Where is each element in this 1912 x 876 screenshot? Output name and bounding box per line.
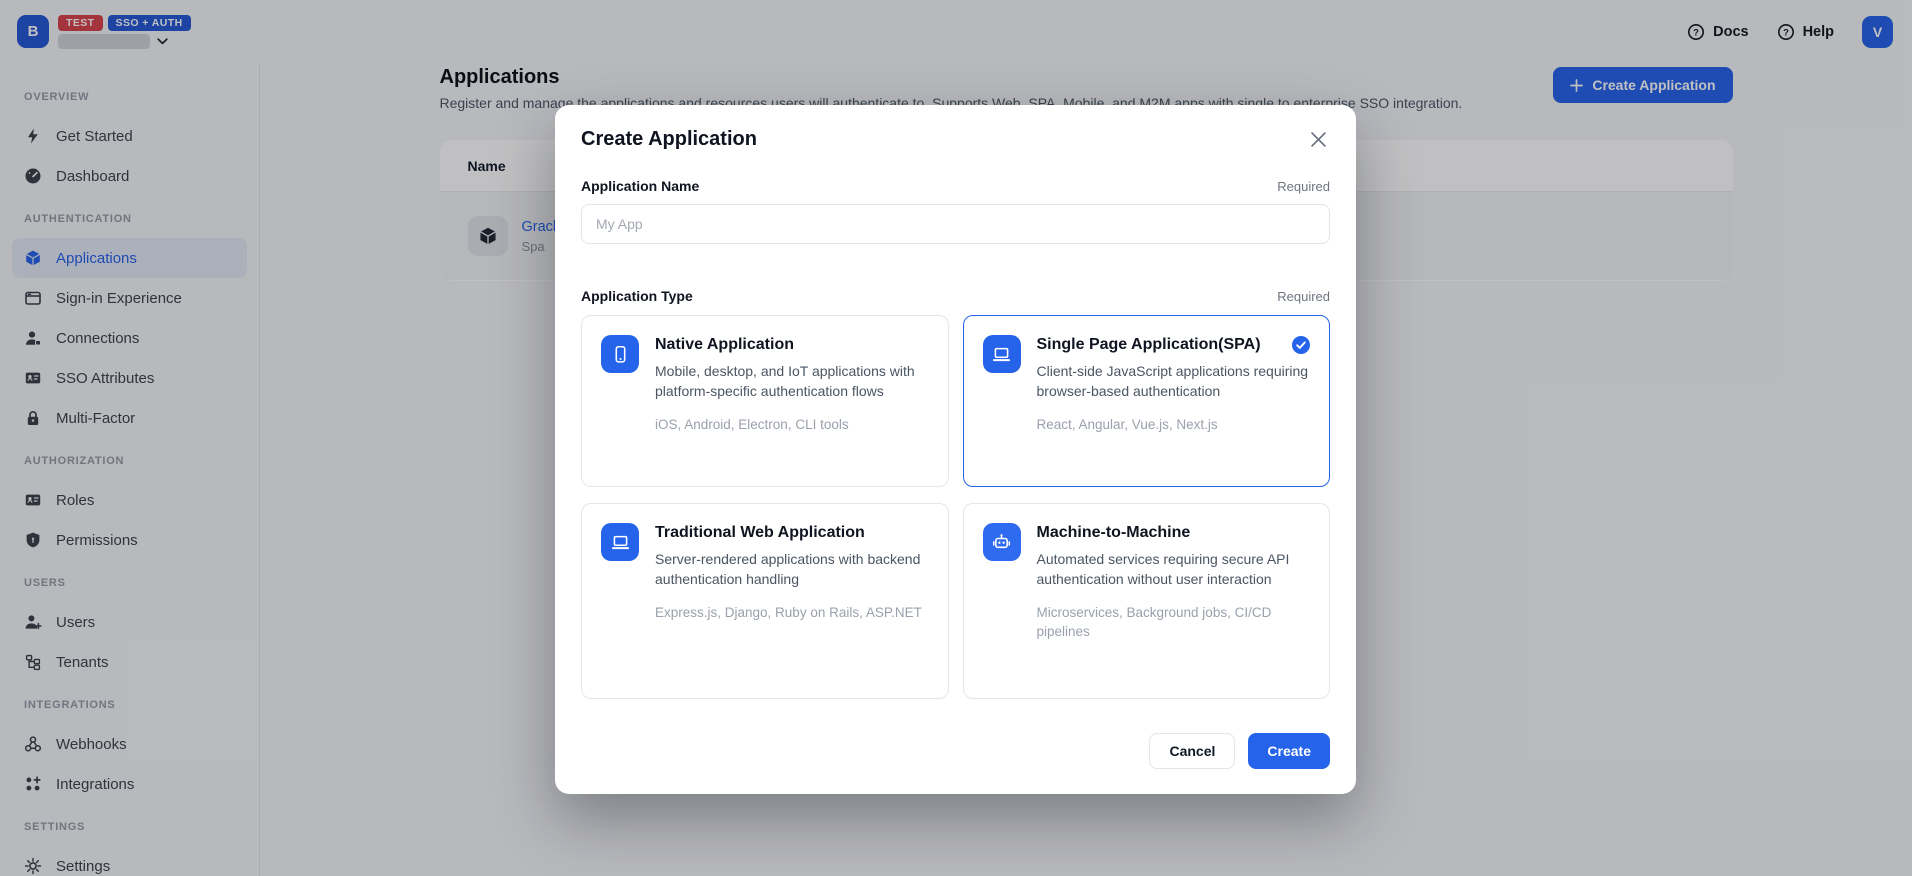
robot-icon — [983, 523, 1021, 561]
type-card-spa[interactable]: Single Page Application(SPA) Client-side… — [963, 315, 1331, 487]
cancel-button[interactable]: Cancel — [1149, 733, 1235, 769]
create-application-modal: Create Application Application Name Requ… — [555, 105, 1356, 794]
create-button[interactable]: Create — [1248, 733, 1330, 769]
application-name-input[interactable] — [581, 204, 1330, 244]
required-label: Required — [1277, 179, 1330, 194]
close-icon[interactable] — [1307, 128, 1330, 151]
laptop-icon — [601, 523, 639, 561]
type-card-native[interactable]: Native Application Mobile, desktop, and … — [581, 315, 949, 487]
application-type-grid: Native Application Mobile, desktop, and … — [581, 315, 1330, 699]
modal-title: Create Application — [581, 128, 757, 151]
smartphone-icon — [601, 335, 639, 373]
required-label: Required — [1277, 289, 1330, 304]
type-card-machine-to-machine[interactable]: Machine-to-Machine Automated services re… — [963, 503, 1331, 699]
type-card-traditional-web[interactable]: Traditional Web Application Server-rende… — [581, 503, 949, 699]
laptop-icon — [983, 335, 1021, 373]
check-circle-icon — [1292, 336, 1310, 354]
application-type-label: Application Type — [581, 288, 693, 304]
application-name-label: Application Name — [581, 178, 699, 194]
